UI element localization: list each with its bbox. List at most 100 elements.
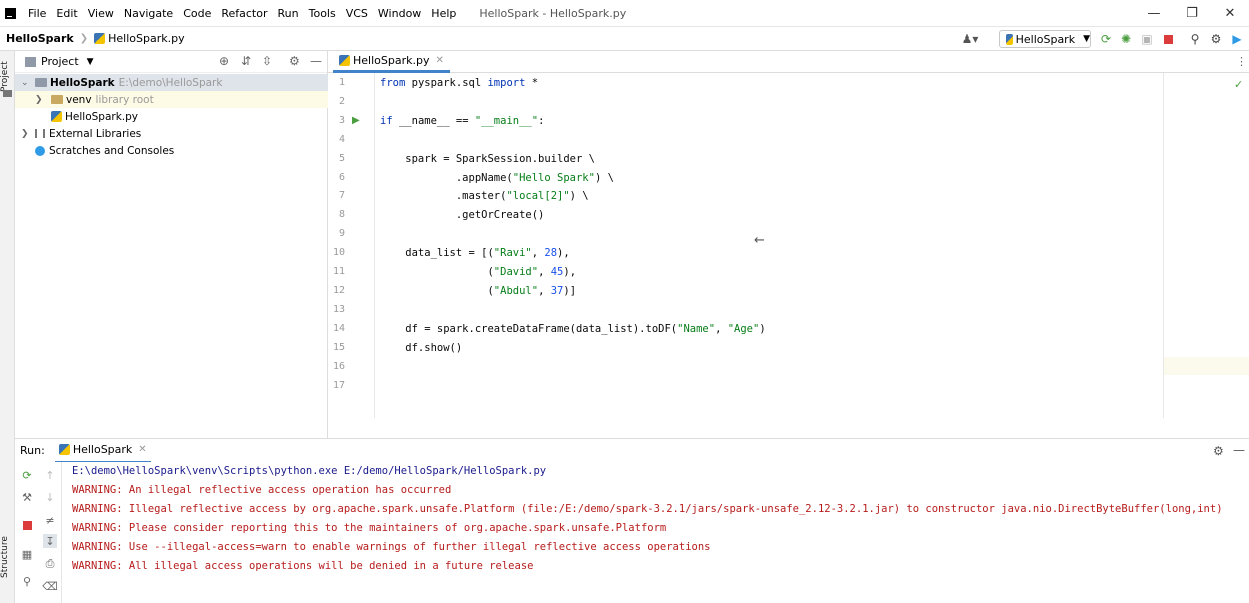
- scroll-to-end-icon[interactable]: ↧: [43, 534, 57, 548]
- debug-icon[interactable]: ✺: [1118, 31, 1134, 47]
- more-icon[interactable]: ⋮: [1236, 55, 1247, 68]
- coverage-icon[interactable]: ▣: [1139, 31, 1155, 47]
- menu-vcs[interactable]: VCS: [341, 0, 373, 27]
- print-icon[interactable]: ⎙: [43, 557, 57, 571]
- close-tab-icon[interactable]: ✕: [138, 444, 146, 455]
- right-margin-guide: [1163, 73, 1164, 418]
- inspection-ok-icon[interactable]: ✓: [1234, 78, 1243, 91]
- tab-hellospark-py[interactable]: HelloSpark.py ✕: [333, 51, 450, 73]
- line-number: 14: [332, 323, 345, 334]
- tree-row-external-libraries[interactable]: ❯ External Libraries: [15, 125, 328, 142]
- editor-tab-bar: HelloSpark.py ✕ ⋮: [328, 51, 1249, 73]
- tree-row-venv[interactable]: ❯ venv library root: [15, 91, 328, 108]
- breadcrumb-separator-icon: ❯: [79, 33, 89, 44]
- menu-help[interactable]: Help: [426, 0, 461, 27]
- menu-window[interactable]: Window: [373, 0, 426, 27]
- scratches-label: Scratches and Consoles: [49, 144, 175, 157]
- user-icon[interactable]: ♟▾: [962, 31, 979, 47]
- hide-panel-icon[interactable]: —: [1233, 443, 1245, 457]
- pycharm-logo-icon: [5, 7, 16, 19]
- venv-name: venv: [66, 93, 92, 106]
- minimize-button[interactable]: —: [1135, 0, 1173, 27]
- locate-icon[interactable]: ⊕: [219, 54, 229, 68]
- menu-bar: File Edit View Navigate Code Refactor Ru…: [0, 0, 1249, 27]
- close-tab-icon[interactable]: ✕: [435, 55, 443, 66]
- code-editor[interactable]: from pyspark.sql import * if __name__ ==…: [376, 73, 1163, 418]
- gear-icon[interactable]: ⚙: [1213, 444, 1224, 458]
- python-file-icon: [58, 444, 70, 455]
- rerun-icon[interactable]: ⟳: [1098, 31, 1114, 47]
- run-config-select[interactable]: HelloSpark ▼: [999, 30, 1091, 48]
- breadcrumb-file[interactable]: HelloSpark.py: [108, 32, 184, 45]
- code-line-15: df.show(): [380, 342, 463, 354]
- arrow-up-icon[interactable]: ↑: [43, 468, 57, 482]
- structure-tool-tab[interactable]: Structure: [0, 531, 15, 583]
- close-window-button[interactable]: ✕: [1211, 0, 1249, 27]
- text-cursor-icon: ←: [754, 233, 765, 248]
- code-line-11: ("David", 45),: [380, 266, 577, 278]
- folder-icon: [3, 90, 12, 97]
- menu-code[interactable]: Code: [178, 0, 216, 27]
- folder-icon: [51, 95, 63, 104]
- project-view-select[interactable]: Project: [41, 55, 79, 68]
- line-number: 7: [338, 190, 345, 201]
- line-number: 8: [338, 209, 345, 220]
- search-icon[interactable]: ⚲: [1187, 31, 1203, 47]
- menu-view[interactable]: View: [83, 0, 119, 27]
- arrow-down-icon[interactable]: ↓: [43, 490, 57, 504]
- run-gutter-icon[interactable]: ▶: [352, 115, 360, 126]
- run-toolbar: ⟳ ↑ ⚒ ↓ ≠ ↧ ▦ ⎙ ⚲ ⌫: [15, 462, 62, 603]
- menu-edit[interactable]: Edit: [51, 0, 82, 27]
- menu-file[interactable]: File: [23, 0, 51, 27]
- expanded-arrow-icon[interactable]: ⌄: [21, 78, 31, 88]
- line-number: 6: [338, 172, 345, 183]
- project-panel-header: Project ▼ ⊕ ⇵ ⇳ ⚙ —: [15, 51, 327, 73]
- code-line-5: spark = SparkSession.builder \: [380, 153, 595, 165]
- run-panel-label: Run:: [20, 444, 45, 457]
- collapsed-arrow-icon[interactable]: ❯: [35, 95, 45, 105]
- hide-panel-icon[interactable]: —: [310, 54, 322, 68]
- line-number: 15: [332, 342, 345, 353]
- expand-all-icon[interactable]: ⇵: [241, 54, 251, 68]
- tree-row-scratches[interactable]: Scratches and Consoles: [15, 142, 328, 159]
- settings-icon[interactable]: ⚙: [1208, 31, 1224, 47]
- breadcrumb-project[interactable]: HelloSpark: [6, 32, 74, 45]
- rerun-icon[interactable]: ⟳: [20, 468, 34, 482]
- project-root-name: HelloSpark: [50, 76, 115, 89]
- line-number: 10: [332, 247, 345, 258]
- console-output[interactable]: E:\demo\HelloSpark\venv\Scripts\python.e…: [62, 462, 1249, 603]
- plugin-icon[interactable]: ▶: [1229, 31, 1245, 47]
- tree-row-root[interactable]: ⌄ HelloSpark E:\demo\HelloSpark: [15, 74, 328, 91]
- code-line-12: ("Abdul", 37)]: [380, 285, 577, 297]
- menu-refactor[interactable]: Refactor: [216, 0, 272, 27]
- window-title: HelloSpark - HelloSpark.py: [479, 6, 627, 20]
- stop-icon[interactable]: [1160, 31, 1176, 47]
- console-line: WARNING: An illegal reflective access op…: [72, 484, 452, 496]
- layout-icon[interactable]: ▦: [20, 547, 34, 561]
- line-number: 3: [338, 115, 345, 126]
- editor-gutter: 1 2 3 4 5 6 7 8 9 10 11 12 13 14 15 16 1…: [328, 73, 375, 418]
- wrench-icon[interactable]: ⚒: [20, 490, 34, 504]
- run-panel-header: Run: HelloSpark ✕ ⚙ —: [15, 438, 1249, 463]
- tree-row-file[interactable]: HelloSpark.py: [15, 108, 328, 125]
- external-libraries-label: External Libraries: [49, 127, 142, 140]
- chevron-down-icon[interactable]: ▼: [87, 57, 94, 67]
- run-tab[interactable]: HelloSpark ✕: [54, 439, 151, 463]
- line-number: 4: [338, 134, 345, 145]
- collapsed-arrow-icon[interactable]: ❯: [21, 129, 31, 139]
- console-line: WARNING: Please consider reporting this …: [72, 522, 667, 534]
- menu-navigate[interactable]: Navigate: [119, 0, 178, 27]
- collapse-all-icon[interactable]: ⇳: [262, 54, 272, 68]
- console-line: WARNING: Use --illegal-access=warn to en…: [72, 541, 711, 553]
- menu-tools[interactable]: Tools: [304, 0, 341, 27]
- gear-icon[interactable]: ⚙: [289, 54, 300, 68]
- menu-run[interactable]: Run: [273, 0, 304, 27]
- pin-icon[interactable]: ⚲: [20, 574, 34, 588]
- stop-icon[interactable]: [20, 518, 34, 532]
- trash-icon[interactable]: ⌫: [42, 579, 58, 593]
- console-line: E:\demo\HelloSpark\venv\Scripts\python.e…: [72, 465, 547, 477]
- soft-wrap-icon[interactable]: ≠: [43, 513, 57, 527]
- maximize-button[interactable]: ❐: [1173, 0, 1211, 27]
- project-root-path: E:\demo\HelloSpark: [118, 76, 223, 89]
- line-number: 17: [332, 380, 345, 391]
